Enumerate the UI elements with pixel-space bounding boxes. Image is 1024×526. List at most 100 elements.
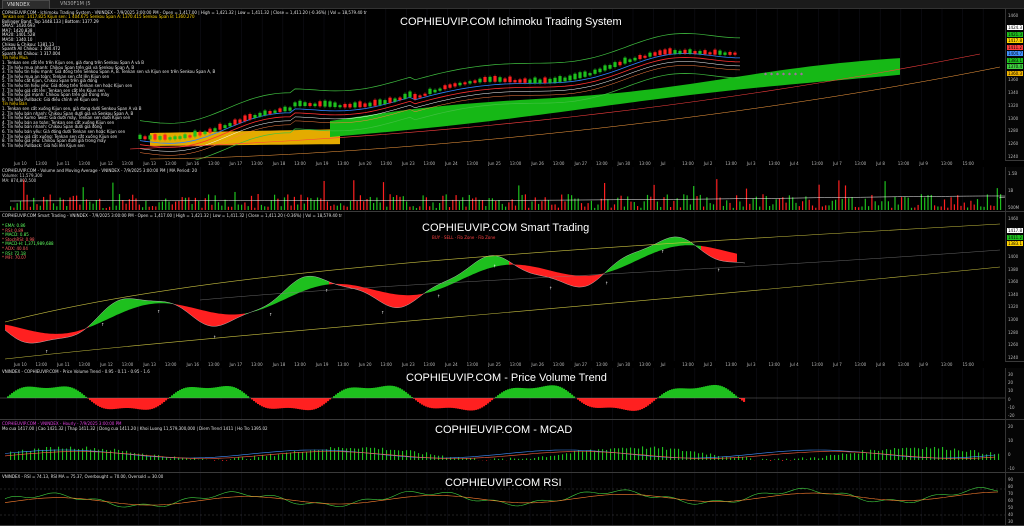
volume-bar — [192, 204, 193, 210]
bull-candle — [588, 73, 591, 75]
volume-bar — [693, 186, 694, 210]
pvt-positive-area — [349, 388, 351, 398]
volume-bar — [825, 205, 826, 210]
pvt-negative-area — [277, 398, 279, 409]
macd-histogram-bar — [850, 453, 851, 460]
macd-histogram-bar — [814, 457, 815, 460]
pvt-negative-area — [257, 398, 259, 404]
pvt-negative-area — [651, 398, 653, 403]
date-tick-label: 13:00 — [251, 161, 263, 166]
macd-pane[interactable]: COPHIEUVIP.COM - VNINDEX - Hourly - 7/9/… — [0, 420, 1005, 473]
macd-histogram-bar — [246, 459, 247, 460]
pvt-negative-area — [323, 398, 325, 404]
macd-axis[interactable]: 20100-10 — [1005, 420, 1024, 473]
volume-bar — [419, 206, 420, 210]
volume-bar — [135, 198, 136, 210]
axis-tick-label: 500M — [1008, 205, 1019, 210]
ichimoku-price-axis[interactable]: 1460144014201400138013601340132013001280… — [1005, 9, 1024, 161]
macd-histogram-bar — [58, 447, 59, 460]
bear-trend-zone — [701, 246, 713, 258]
bull-trend-zone — [497, 256, 509, 266]
macd-histogram-bar — [134, 453, 135, 460]
pvt-positive-area — [669, 390, 671, 398]
pvt-axis[interactable]: 3020100-10-20 — [1005, 368, 1024, 420]
macd-histogram-bar — [846, 454, 847, 460]
smart-trading-price-axis[interactable]: 1460144014201400138013601340132013001280… — [1005, 212, 1024, 362]
date-tick-label: 13:00 — [424, 362, 436, 367]
volume-bar — [993, 206, 994, 210]
axis-tick-label: 70 — [1008, 491, 1013, 496]
pvt-positive-area — [385, 386, 387, 398]
ichimoku-pane[interactable]: ******* COPHIEUVIP.COM - Ichimoku Tradin… — [0, 9, 1005, 161]
bull-candle — [553, 78, 556, 83]
macd-histogram-bar — [582, 451, 583, 460]
pvt-positive-area — [709, 385, 711, 398]
pvt-positive-area — [395, 387, 397, 398]
pvt-negative-area — [463, 398, 465, 410]
macd-histogram-bar — [190, 459, 191, 460]
smart-trading-pane[interactable]: ↑↑↑↑↑↑↑↑↑↑↑↑↑ COPHIEUVIP.COM Smart Tradi… — [0, 212, 1005, 362]
pvt-pane[interactable]: VNINDEX - COPHIEUVIP.COM - Price Volume … — [0, 368, 1005, 420]
bull-candle — [573, 74, 576, 80]
macd-title: COPHIEUVIP.COM - MCAD — [435, 424, 572, 436]
macd-histogram-bar — [782, 460, 783, 461]
macd-histogram-bar — [498, 459, 499, 460]
date-tick-label: 13:00 — [725, 362, 737, 367]
volume-bar — [683, 194, 684, 210]
bull-candle — [533, 78, 536, 84]
volume-bar — [786, 203, 787, 210]
pvt-negative-area — [639, 398, 641, 410]
pvt-negative-area — [637, 398, 639, 410]
pvt-positive-area — [527, 388, 529, 398]
volume-bar — [353, 180, 354, 210]
date-tick-label: Jun 16 — [186, 161, 199, 166]
date-tick-label: 13:00 — [898, 362, 910, 367]
macd-histogram-bar — [574, 451, 575, 460]
pvt-negative-area — [159, 398, 161, 405]
macd-histogram-bar — [682, 451, 683, 460]
rsi-axis[interactable]: 90807060504030 — [1005, 473, 1024, 526]
volume-bar — [927, 195, 928, 210]
volume-bar — [885, 181, 886, 210]
volume-bar — [462, 197, 463, 210]
pvt-positive-area — [517, 388, 519, 398]
bear-trend-zone — [581, 275, 593, 287]
bull-candle — [368, 103, 371, 107]
bull-candle — [148, 135, 151, 139]
bear-trend-zone — [221, 314, 233, 325]
pvt-positive-area — [691, 388, 693, 398]
macd-histogram-bar — [614, 448, 615, 460]
macd-histogram-bar — [874, 450, 875, 460]
volume-bar — [281, 206, 282, 210]
macd-histogram-bar — [858, 454, 859, 460]
volume-axis[interactable]: 1.5B1B500M — [1005, 167, 1024, 212]
pvt-positive-area — [661, 394, 663, 398]
bear-candle — [243, 115, 246, 121]
bull-candle — [328, 101, 331, 106]
bear-candle — [343, 104, 346, 107]
volume-pane[interactable]: COPHIEUVIP.COM - Volume and Moving Avera… — [0, 167, 1005, 212]
pvt-negative-area — [647, 398, 649, 406]
rsi-pane[interactable]: VNINDEX - RSI = 74.13, RSI MA = 75.37, O… — [0, 473, 1005, 526]
pvt-negative-area — [485, 398, 487, 405]
pvt-positive-area — [61, 386, 63, 398]
axis-tick-label: 40 — [1008, 512, 1013, 517]
bear-candle — [513, 80, 516, 82]
volume-bar — [944, 199, 945, 210]
axis-tick-label: 60 — [1008, 498, 1013, 503]
bull-candle — [138, 135, 141, 139]
macd-histogram-bar — [346, 448, 347, 460]
pvt-positive-area — [375, 388, 377, 398]
pvt-positive-area — [65, 386, 67, 398]
macd-histogram-bar — [718, 456, 719, 460]
pvt-negative-area — [97, 398, 99, 406]
date-tick-label: 13:00 — [768, 362, 780, 367]
pvt-positive-area — [695, 388, 697, 398]
tab-vnindex[interactable]: VNINDEX (Weekly)× — [2, 0, 50, 9]
tab-vn30f1m[interactable]: VN30F1M (5 minute)× — [56, 0, 104, 8]
macd-histogram-bar — [418, 453, 419, 460]
pvt-positive-area — [373, 388, 375, 398]
bear-candle — [358, 101, 361, 107]
pvt-negative-area — [431, 398, 433, 408]
volume-bar — [970, 201, 971, 210]
